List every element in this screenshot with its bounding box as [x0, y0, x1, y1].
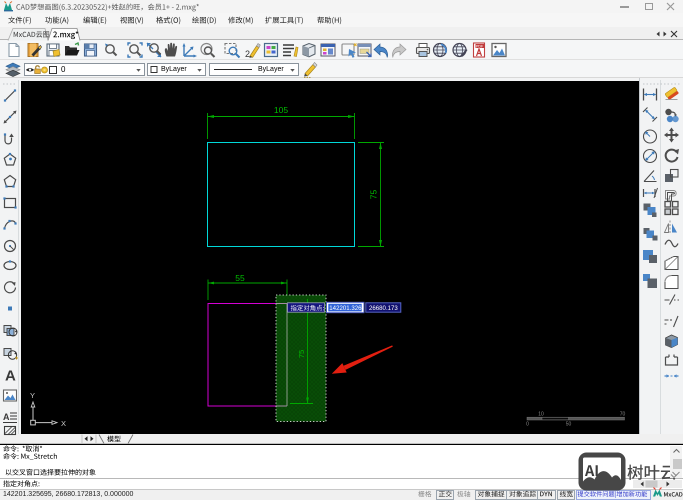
svg-text:55: 55 [235, 273, 245, 283]
svg-text:PDF: PDF [476, 44, 484, 48]
svg-text:X: X [61, 419, 66, 428]
svg-text:Y: Y [30, 391, 35, 400]
svg-text:A: A [5, 368, 16, 385]
svg-text:105: 105 [274, 105, 288, 115]
svg-text:0: 0 [526, 422, 529, 428]
svg-text:142201.326: 142201.326 [329, 305, 362, 312]
svg-text:A: A [3, 412, 10, 422]
svg-text:26680.173: 26680.173 [369, 305, 398, 312]
svg-text:75: 75 [369, 190, 379, 200]
svg-text:70: 70 [620, 412, 626, 418]
svg-text:2: 2 [245, 49, 250, 59]
svg-text:50: 50 [566, 422, 572, 428]
svg-text:10: 10 [538, 412, 544, 418]
svg-text:75: 75 [297, 350, 306, 358]
